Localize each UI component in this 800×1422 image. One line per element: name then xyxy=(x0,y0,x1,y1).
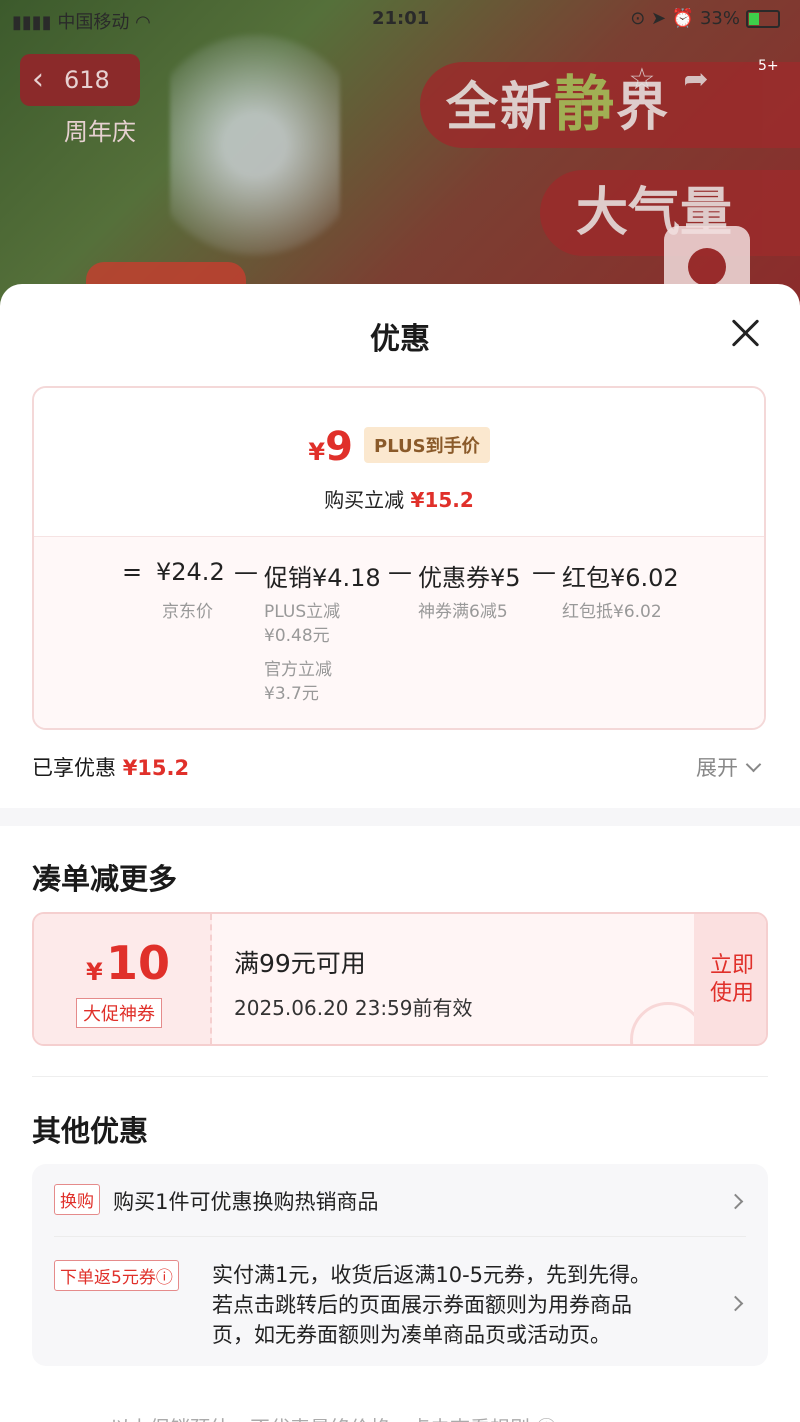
favorite-star-icon[interactable]: ☆ xyxy=(624,62,660,98)
coupon-card[interactable]: ¥ 10 大促神券 满99元可用 2025.06.20 23:59前有效 立即 … xyxy=(32,912,768,1046)
promo-banner-line1: 全新静界 xyxy=(420,62,800,148)
other-section-title: 其他优惠 xyxy=(32,1114,149,1148)
calc-equals: = xyxy=(122,558,143,586)
chevron-right-icon[interactable] xyxy=(727,1193,744,1210)
offer-tag: 下单返5元券ⓘ xyxy=(54,1260,179,1291)
anniversary-badge: ‹ 618 周年庆 xyxy=(20,54,140,146)
close-icon[interactable] xyxy=(730,318,760,348)
offer-item-cashback[interactable]: 下单返5元券ⓘ xyxy=(54,1260,179,1291)
enjoyed-discount: 已享优惠 ¥15.2 xyxy=(32,756,190,780)
final-price: ¥9 PLUS到手价 xyxy=(34,424,764,470)
product-background: ‹ 618 周年庆 全新静界 大气量 ☆ ➦ 5+ xyxy=(0,0,800,310)
calc-minus-3: — xyxy=(532,558,556,586)
calc-jd-price: ¥24.2 xyxy=(156,558,225,586)
bundle-section-title: 凑单减更多 xyxy=(32,862,178,896)
message-count-badge: 5+ xyxy=(758,58,779,74)
coupon-amount: 10 xyxy=(106,936,171,990)
offer-text: 购买1件可优惠换购热销商品 xyxy=(113,1190,379,1214)
battery-icon xyxy=(746,10,780,28)
coupon-type-tag: 大促神券 xyxy=(76,998,162,1028)
section-divider xyxy=(0,808,800,826)
calc-promo: 促销¥4.18 xyxy=(264,564,381,592)
calc-redpacket-sub: 红包抵¥6.02 xyxy=(562,602,662,622)
calc-redpacket: 红包¥6.02 xyxy=(562,564,679,592)
status-bar: ▮▮▮▮ 中国移动 ◠ 21:01 ⊙ ➤ ⏰ 33% xyxy=(0,0,800,40)
divider-line xyxy=(32,1076,768,1077)
offer-cashback-text: 实付满1元，收货后返满10-5元券，先到先得。 若点击跳转后的页面展示券面额则为… xyxy=(212,1263,652,1347)
coupon-condition: 满99元可用 xyxy=(234,949,366,978)
status-right: ⊙ ➤ ⏰ 33% xyxy=(630,8,780,29)
calc-coupon: 优惠券¥5 xyxy=(418,564,521,592)
calc-coupon-sub: 神券满6减5 xyxy=(418,602,508,622)
calc-minus-2: — xyxy=(388,558,412,586)
chevron-down-icon xyxy=(745,756,762,773)
carrier-signal: ▮▮▮▮ 中国移动 ◠ xyxy=(12,12,151,33)
other-offers-list: 换购 购买1件可优惠换购热销商品 下单返5元券ⓘ 实付满1元，收货后返满10-5… xyxy=(32,1164,768,1366)
calc-promo-sub1: PLUS立减 ¥0.48元 xyxy=(264,602,341,646)
status-time: 21:01 xyxy=(372,8,430,29)
product-image-spray xyxy=(170,20,340,270)
calc-minus-1: — xyxy=(234,558,258,586)
offer-item-exchange[interactable]: 换购 购买1件可优惠换购热销商品 xyxy=(54,1184,378,1217)
share-icon[interactable]: ➦ xyxy=(678,62,714,98)
discount-sheet: 优惠 ¥9 PLUS到手价 购买立减 ¥15.2 = ¥24.2 京东价 — 促… xyxy=(0,284,800,1422)
calc-promo-sub2: 官方立减 ¥3.7元 xyxy=(264,660,332,704)
price-breakdown-card: ¥9 PLUS到手价 购买立减 ¥15.2 = ¥24.2 京东价 — 促销¥4… xyxy=(32,386,766,730)
expand-button[interactable]: 展开 xyxy=(696,752,762,782)
list-separator xyxy=(54,1236,746,1237)
sheet-title: 优惠 xyxy=(370,322,430,357)
offer-tag: 换购 xyxy=(54,1184,100,1215)
footer-note[interactable]: 以上促销预估，不代表最终价格，点击查看规则 ⓘ xyxy=(110,1412,556,1422)
price-summary: ¥9 PLUS到手价 购买立减 ¥15.2 xyxy=(34,388,764,536)
chevron-right-icon[interactable] xyxy=(727,1295,744,1312)
instant-discount: 购买立减 ¥15.2 xyxy=(324,488,474,512)
coupon-validity: 2025.06.20 23:59前有效 xyxy=(234,996,473,1020)
coupon-currency: ¥ xyxy=(86,958,103,986)
use-now-button[interactable]: 立即 使用 xyxy=(694,914,766,1044)
plus-price-tag: PLUS到手价 xyxy=(364,427,490,463)
calc-jd-price-label: 京东价 xyxy=(162,602,213,622)
